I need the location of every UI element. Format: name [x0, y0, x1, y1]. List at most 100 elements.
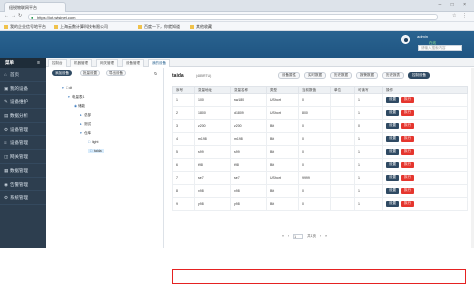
first-page-button[interactable]: « [282, 234, 284, 238]
table-row: 9 y98 y98 Bit 0 1 设置 执行 [172, 197, 468, 211]
header-search-input[interactable]: 请输入搜索内容 [418, 45, 462, 51]
prev-page-button[interactable]: ‹ [288, 234, 289, 238]
tree-node-selected[interactable]: □ taida [88, 149, 104, 153]
sidebar-item-device-mgmt[interactable]: ⚙ 设备管理 [0, 123, 46, 137]
column-header: 类型 [266, 86, 299, 94]
sidebar-item-analysis[interactable]: ▤ 数据分析 [0, 109, 46, 123]
window-controls[interactable]: – □ × [439, 2, 471, 8]
tab-machine[interactable]: 机器管理 [70, 59, 92, 67]
back-icon[interactable]: ← [4, 13, 9, 19]
tree-node[interactable]: □ light [88, 140, 98, 144]
tree-node[interactable]: ▸ 总部 [80, 113, 91, 118]
history-report-button[interactable]: 历史报表 [382, 72, 404, 79]
hamburger-icon[interactable]: ≡ [37, 58, 40, 68]
address-text: https://iot.wtsinet.com [37, 15, 76, 20]
bookmark-item[interactable]: 我的企业信号地平台 [4, 23, 46, 30]
execute-button[interactable]: 执行 [401, 123, 414, 129]
tree-node[interactable]: ▾ □ dt [62, 86, 72, 90]
star-icon[interactable]: ☆ [452, 13, 456, 19]
table-cell [330, 171, 355, 185]
table-cell: 0 [298, 197, 331, 211]
sidebar-title: 菜单 ≡ [0, 58, 46, 68]
table-cell: y98 [194, 197, 231, 211]
table-cell: 0 [298, 184, 331, 198]
next-page-button[interactable]: › [320, 234, 321, 238]
sidebar-item-device-mgmt-2[interactable]: ≡ 设备管理 [0, 136, 46, 151]
execute-button[interactable]: 执行 [401, 149, 414, 155]
tree-node[interactable]: ◉储能 [74, 104, 85, 109]
tree-node[interactable]: ▸ 测试 [80, 122, 91, 127]
execute-button[interactable]: 执行 [401, 136, 414, 142]
sidebar-item-alarm[interactable]: ◉ 告警管理 [0, 178, 46, 192]
table-cell-actions: 设置 执行 [382, 184, 468, 198]
set-button[interactable]: 设置 [386, 201, 399, 207]
table-cell: 1 [354, 93, 383, 107]
tab-my-devices[interactable]: 我的设备 [148, 59, 170, 67]
sidebar-item-data[interactable]: ▦ 数据管理 [0, 164, 46, 178]
username: admin [417, 34, 428, 39]
execute-button[interactable]: 执行 [401, 188, 414, 194]
execute-button[interactable]: 执行 [401, 110, 414, 116]
last-page-button[interactable]: » [325, 234, 327, 238]
forward-icon[interactable]: → [11, 13, 16, 19]
address-bar[interactable]: ● https://iot.wtsinet.com [28, 14, 438, 20]
sidebar-item-maintenance[interactable]: ✎ 设备维护 [0, 95, 46, 110]
set-button[interactable]: 设置 [386, 175, 399, 181]
sidebar: 菜单 ≡ ⌂ 首页 ▣ 我的设备 ✎ 设备维护 ▤ 数据分析 ⚙ 设备管理 ≡ 设备管理 ◫ 网… [0, 58, 46, 248]
reload-icon[interactable]: ↻ [18, 13, 22, 19]
browser-tab[interactable]: 纽锐物联网平台 [4, 2, 66, 12]
alarm-data-button[interactable]: 报警数据 [356, 72, 378, 79]
table-row: 7 se7 se7 UShort 9999 1 设置 执行 [172, 171, 468, 185]
set-button[interactable]: 设置 [386, 149, 399, 155]
sidebar-item-home[interactable]: ⌂ 首页 [0, 68, 46, 82]
set-button[interactable]: 设置 [386, 188, 399, 194]
table-cell: 1 [354, 197, 383, 211]
refresh-icon[interactable]: ↻ [154, 71, 157, 76]
set-button[interactable]: 设置 [386, 162, 399, 168]
control-device-button[interactable]: 控制设备 [408, 72, 430, 79]
bookmark-item[interactable]: 其他收藏 [190, 23, 212, 30]
realtime-data-button[interactable]: 实时数据 [304, 72, 326, 79]
table-cell [330, 158, 355, 172]
table-cell [330, 145, 355, 159]
batch-set-button[interactable]: 批量设置 [80, 70, 100, 76]
bookmark-item[interactable]: 百度一下，你就知道 [138, 23, 180, 30]
execute-button[interactable]: 执行 [401, 162, 414, 168]
sidebar-item-system[interactable]: ⚙ 系统管理 [0, 191, 46, 205]
sidebar-item-my-devices[interactable]: ▣ 我的设备 [0, 82, 46, 96]
table-cell: 1 [354, 132, 383, 146]
execute-button[interactable]: 执行 [401, 97, 414, 103]
execute-button[interactable]: 执行 [401, 201, 414, 207]
table-cell: se7 [230, 171, 267, 185]
execute-button[interactable]: 执行 [401, 175, 414, 181]
table-cell-actions: 设置 执行 [382, 197, 468, 211]
tab-gateway[interactable]: 网关管理 [96, 59, 118, 67]
sidebar-item-gateway[interactable]: ◫ 网关管理 [0, 150, 46, 164]
menu-icon[interactable]: ⋮ [462, 13, 467, 19]
page-tab-strip: 控制台 机器管理 网关管理 设备管理 我的设备 [46, 58, 474, 67]
tree-node[interactable]: ▾ 电量表1 [68, 95, 84, 100]
tab-console[interactable]: 控制台 [48, 59, 67, 67]
set-button[interactable]: 设置 [386, 136, 399, 142]
table-cell-actions: 设置 执行 [382, 93, 468, 107]
page-number-input[interactable]: 1 [293, 234, 304, 239]
history-data-button[interactable]: 历史数据 [330, 72, 352, 79]
table-row: 2 1800 d1809 UShort 800 1 设置 执行 [172, 106, 468, 120]
table-cell: 0 [298, 119, 331, 133]
table-cell: z200 [230, 119, 267, 133]
tab-device-mgmt[interactable]: 设备管理 [122, 59, 144, 67]
table-cell: 1 [172, 93, 195, 107]
bookmark-item[interactable]: 上海云数计算科技有限公司 [54, 23, 108, 30]
set-button[interactable]: 设置 [386, 97, 399, 103]
set-button[interactable]: 设置 [386, 123, 399, 129]
set-button[interactable]: 设置 [386, 110, 399, 116]
table-cell: 4 [172, 132, 195, 146]
device-props-button[interactable]: 设备属性 [278, 72, 300, 79]
table-cell: UShort [266, 93, 299, 107]
export-device-button[interactable]: 导出设备 [106, 70, 126, 76]
table-cell: 0 [354, 119, 383, 133]
table-cell: 1 [354, 158, 383, 172]
tree-node[interactable]: ▾ 仓库 [80, 131, 91, 136]
add-device-button[interactable]: 添加设备 [52, 70, 72, 76]
avatar[interactable] [401, 35, 410, 44]
